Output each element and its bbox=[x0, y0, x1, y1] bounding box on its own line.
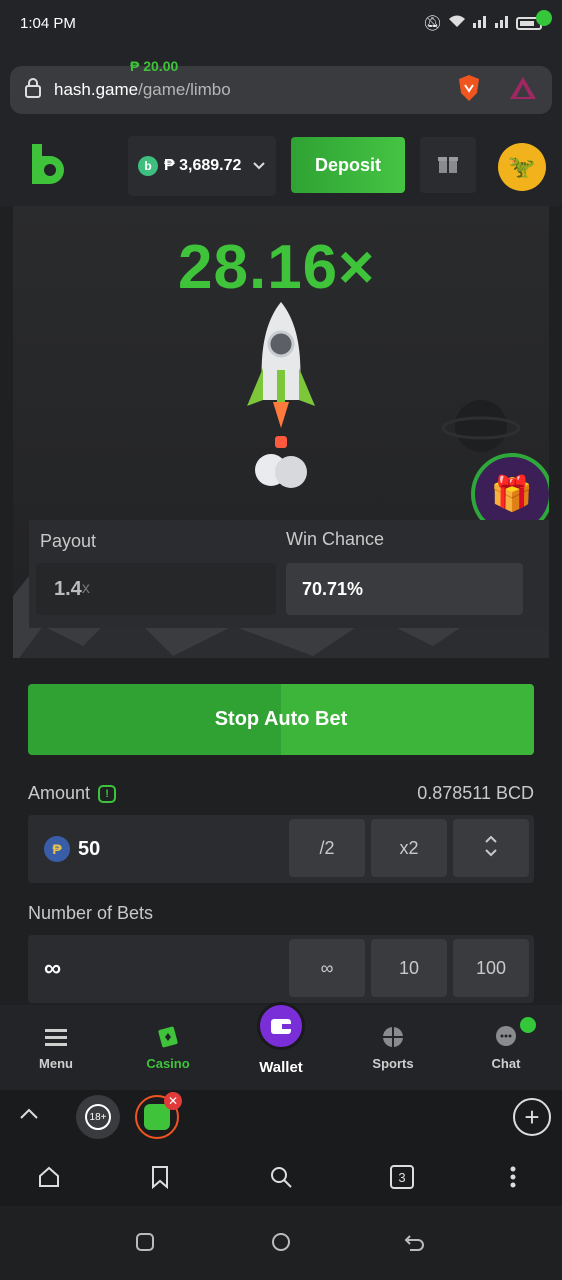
bookmark-icon[interactable] bbox=[145, 1162, 175, 1192]
age-badge-icon: 18+ bbox=[85, 1104, 111, 1130]
gift-button[interactable] bbox=[420, 137, 476, 193]
bets-input-row: ∞ ∞ 10 100 bbox=[28, 935, 534, 1003]
back-icon[interactable] bbox=[403, 1230, 427, 1254]
url-bar[interactable]: hash.game/game/limbo bbox=[10, 66, 552, 114]
amount-label: Amount bbox=[28, 783, 91, 803]
chat-icon bbox=[494, 1024, 518, 1050]
chevron-up-down-icon bbox=[484, 833, 498, 864]
bets-100-button[interactable]: 100 bbox=[453, 939, 529, 997]
nav-sports-label: Sports bbox=[372, 1056, 414, 1071]
range-button[interactable] bbox=[453, 819, 529, 877]
avatar[interactable]: 🦖 bbox=[498, 143, 546, 191]
wallet-icon bbox=[271, 1019, 291, 1034]
sub-balance: ₱ 20.00 bbox=[130, 58, 179, 74]
gift-box-icon: 🎁 bbox=[490, 475, 534, 513]
close-tab-icon[interactable]: ✕ bbox=[164, 1092, 182, 1110]
info-icon[interactable]: ! bbox=[98, 784, 117, 803]
avatar-image: 🦖 bbox=[508, 154, 536, 179]
browser-toolbar: 3 bbox=[0, 1150, 562, 1206]
rocket-icon bbox=[247, 302, 315, 488]
notification-dot bbox=[536, 10, 552, 26]
nav-casino[interactable]: Casino bbox=[123, 1005, 213, 1090]
menu-icon bbox=[45, 1024, 67, 1050]
nav-wallet-label: Wallet bbox=[259, 1059, 303, 1076]
deposit-button[interactable]: Deposit bbox=[291, 137, 405, 193]
bets-input[interactable]: ∞ bbox=[44, 935, 61, 1003]
tab-count: 3 bbox=[390, 1165, 414, 1189]
nav-chat-label: Chat bbox=[491, 1056, 521, 1071]
casino-icon bbox=[155, 1024, 181, 1050]
app-header: b ₱ 3,689.72 Deposit 🦖 bbox=[0, 126, 562, 206]
payout-value: 1.4 bbox=[54, 577, 82, 600]
bc-logo-icon[interactable] bbox=[28, 140, 68, 188]
android-home-icon[interactable] bbox=[269, 1230, 293, 1254]
amount-input[interactable]: ₱ 50 bbox=[44, 815, 100, 883]
signal-icon-2 bbox=[494, 14, 510, 32]
search-icon[interactable] bbox=[266, 1162, 296, 1192]
basketball-icon bbox=[381, 1024, 405, 1050]
multiplier-display: 28.16× bbox=[178, 233, 376, 302]
nav-menu-label: Menu bbox=[39, 1056, 73, 1071]
tab-count-button[interactable]: 3 bbox=[387, 1162, 417, 1192]
payout-label: Payout bbox=[40, 531, 97, 551]
bets-10-button[interactable]: 10 bbox=[371, 939, 447, 997]
balance-selector[interactable]: b ₱ 3,689.72 bbox=[128, 136, 276, 196]
url-text[interactable]: hash.game/game/limbo bbox=[54, 80, 456, 100]
double-button[interactable]: x2 bbox=[371, 819, 447, 877]
nav-menu[interactable]: Menu bbox=[11, 1005, 101, 1090]
bets-label: Number of Bets bbox=[28, 903, 154, 923]
payout-suffix: x bbox=[81, 580, 90, 597]
wallet-button[interactable] bbox=[257, 1002, 305, 1050]
home-icon[interactable] bbox=[34, 1162, 64, 1192]
chevron-down-icon bbox=[253, 157, 266, 175]
url-path: /game/limbo bbox=[138, 80, 231, 99]
tab-favicon-icon bbox=[144, 1104, 170, 1130]
amount-bcd: 0.878511 BCD bbox=[417, 783, 534, 803]
payout-input[interactable]: 1.4 x bbox=[36, 563, 276, 615]
nav-chat[interactable]: Chat bbox=[461, 1005, 551, 1090]
nav-sports[interactable]: Sports bbox=[348, 1005, 438, 1090]
bets-infinite-button[interactable]: ∞ bbox=[289, 939, 365, 997]
status-time: 1:04 PM bbox=[20, 14, 76, 32]
signal-icon bbox=[472, 14, 488, 32]
more-menu-icon[interactable] bbox=[498, 1162, 528, 1192]
bc-coin-icon: b bbox=[138, 156, 158, 176]
balance-value: ₱ 3,689.72 bbox=[164, 157, 242, 174]
brave-shield-icon[interactable] bbox=[456, 73, 482, 108]
win-chance-label: Win Chance bbox=[286, 529, 385, 549]
win-chance-input[interactable]: 70.71% bbox=[286, 563, 523, 615]
stop-auto-bet-button[interactable]: Stop Auto Bet bbox=[28, 684, 534, 755]
tab-18plus[interactable]: 18+ bbox=[76, 1095, 120, 1139]
amount-label-row: Amount ! bbox=[28, 783, 117, 804]
status-bar: 1:04 PM 🔕︎ bbox=[0, 0, 562, 46]
half-button[interactable]: /2 bbox=[289, 819, 365, 877]
lock-icon bbox=[24, 77, 42, 104]
browser-address-area: hash.game/game/limbo bbox=[0, 46, 562, 126]
brave-rewards-icon[interactable] bbox=[508, 75, 538, 106]
chat-online-dot bbox=[520, 1017, 536, 1033]
amount-value: 50 bbox=[78, 837, 101, 860]
recents-icon[interactable] bbox=[133, 1230, 157, 1254]
android-nav-bar bbox=[0, 1206, 562, 1280]
new-tab-button[interactable]: + bbox=[513, 1098, 551, 1136]
wifi-icon bbox=[448, 14, 466, 32]
nav-casino-label: Casino bbox=[146, 1056, 190, 1071]
mute-icon: 🔕︎ bbox=[422, 15, 442, 32]
url-host: hash.game bbox=[54, 80, 139, 99]
gift-icon bbox=[436, 151, 460, 180]
status-icons: 🔕︎ bbox=[423, 14, 542, 32]
amount-input-row: ₱ 50 /2 x2 bbox=[28, 815, 534, 883]
peso-coin-icon: ₱ bbox=[44, 836, 70, 862]
browser-tab-strip: 18+ ✕ + bbox=[0, 1090, 562, 1150]
chevron-up-icon[interactable] bbox=[20, 1106, 38, 1124]
